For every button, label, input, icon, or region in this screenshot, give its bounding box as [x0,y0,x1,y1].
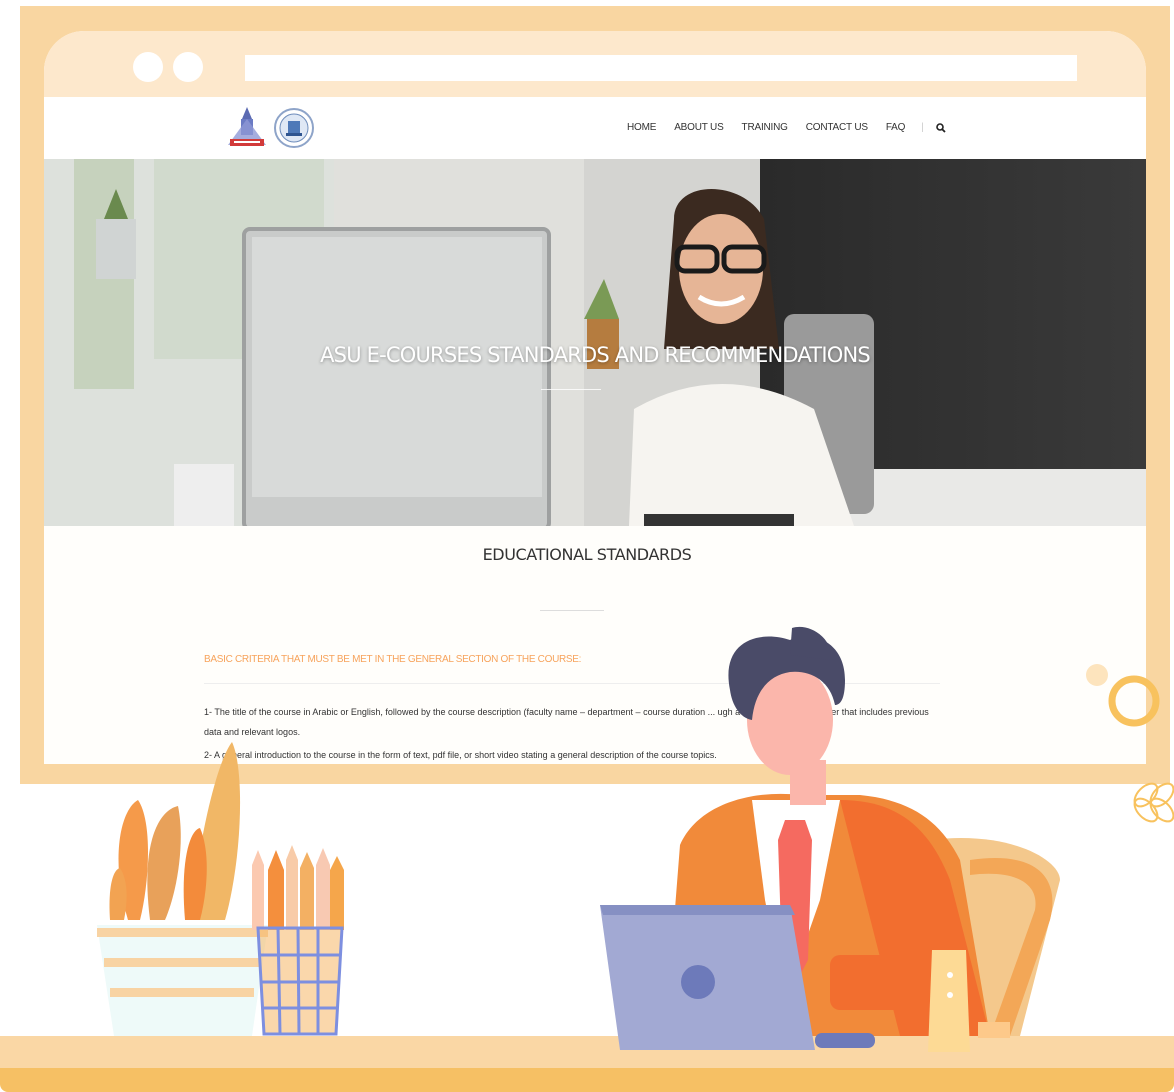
plant-pot [97,742,268,1036]
pencil-cup [252,845,344,1036]
decorative-circles [1086,664,1174,823]
illustration-layer [97,626,1174,1052]
